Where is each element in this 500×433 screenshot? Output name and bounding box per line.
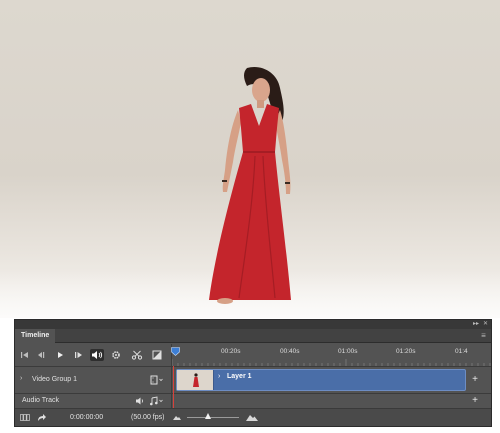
zoom-out-mountain-icon[interactable] — [173, 414, 181, 420]
next-frame-icon[interactable] — [72, 349, 84, 361]
ruler-tick-marks — [172, 359, 491, 366]
tab-timeline[interactable]: Timeline — [15, 329, 56, 343]
frame-animation-toggle-icon[interactable] — [20, 414, 30, 421]
audio-track-header[interactable]: Audio Track — [15, 394, 171, 408]
ruler-tick-label: 01:4 — [455, 348, 468, 355]
video-canvas — [0, 0, 500, 318]
scissors-split-icon[interactable] — [131, 349, 143, 361]
zoom-slider-track[interactable] — [187, 417, 239, 418]
previous-frame-icon[interactable] — [36, 349, 48, 361]
transition-icon[interactable] — [151, 349, 163, 361]
transport-controls — [15, 344, 171, 366]
audio-track-label: Audio Track — [22, 397, 59, 404]
add-audio-plus-icon[interactable]: + — [470, 396, 480, 406]
video-track-row: › Layer 1 — [171, 367, 491, 393]
close-panel-icon[interactable]: ✕ — [483, 320, 488, 327]
clip-thumbnail — [177, 370, 214, 390]
play-icon[interactable] — [54, 349, 66, 361]
panel-title-bar: ▸▸ ✕ — [15, 320, 491, 329]
timecode-readout: 0:00:00:00 — [70, 414, 104, 421]
video-clip-layer-1[interactable]: › Layer 1 — [176, 369, 466, 391]
collapse-panel-icon[interactable]: ▸▸ — [473, 320, 479, 327]
audio-track-mute-icon[interactable] — [135, 396, 145, 406]
panel-menu-icon[interactable]: ≡ — [479, 331, 488, 340]
clip-thumbnail-image — [177, 370, 213, 390]
settings-gear-icon[interactable] — [110, 349, 122, 361]
timeline-bottom-bar: 0:00:00:00 (50.00 fps) — [15, 408, 491, 426]
ruler-tick-label: 01:20s — [396, 348, 416, 355]
ruler-tick-label: 00:40s — [280, 348, 300, 355]
video-group-label: Video Group 1 — [32, 376, 78, 383]
render-video-arrow-icon[interactable] — [37, 413, 47, 422]
clip-expand-chevron-icon[interactable]: › — [218, 373, 220, 380]
zoom-slider-knob[interactable] — [204, 413, 211, 419]
fps-readout: (50.00 fps) — [131, 414, 165, 421]
ruler-tick-label: 01:00s — [338, 348, 358, 355]
audio-icon[interactable] — [90, 349, 104, 361]
time-ruler[interactable]: 00:20s 00:40s 01:00s 01:20s 01:4 — [171, 344, 491, 366]
clip-label: Layer 1 — [227, 373, 252, 380]
model-in-red-dress-image — [209, 66, 291, 304]
video-group-track-header[interactable]: › Video Group 1 — [15, 367, 171, 393]
ruler-tick-label: 00:20s — [221, 348, 241, 355]
audio-track-row — [171, 394, 491, 408]
playhead-handle-icon[interactable] — [171, 347, 180, 356]
panel-tab-row: Timeline ≡ — [15, 329, 491, 343]
music-note-icon[interactable] — [149, 396, 165, 406]
add-media-plus-icon[interactable]: + — [470, 375, 480, 385]
expand-chevron-icon[interactable]: › — [20, 375, 22, 382]
timeline-panel: ▸▸ ✕ Timeline ≡ 00:20s 00:40s 01:00s 01:… — [14, 319, 492, 427]
go-to-first-frame-icon[interactable] — [19, 349, 31, 361]
film-strip-icon[interactable] — [150, 375, 164, 385]
zoom-in-mountain-icon[interactable] — [246, 413, 258, 421]
